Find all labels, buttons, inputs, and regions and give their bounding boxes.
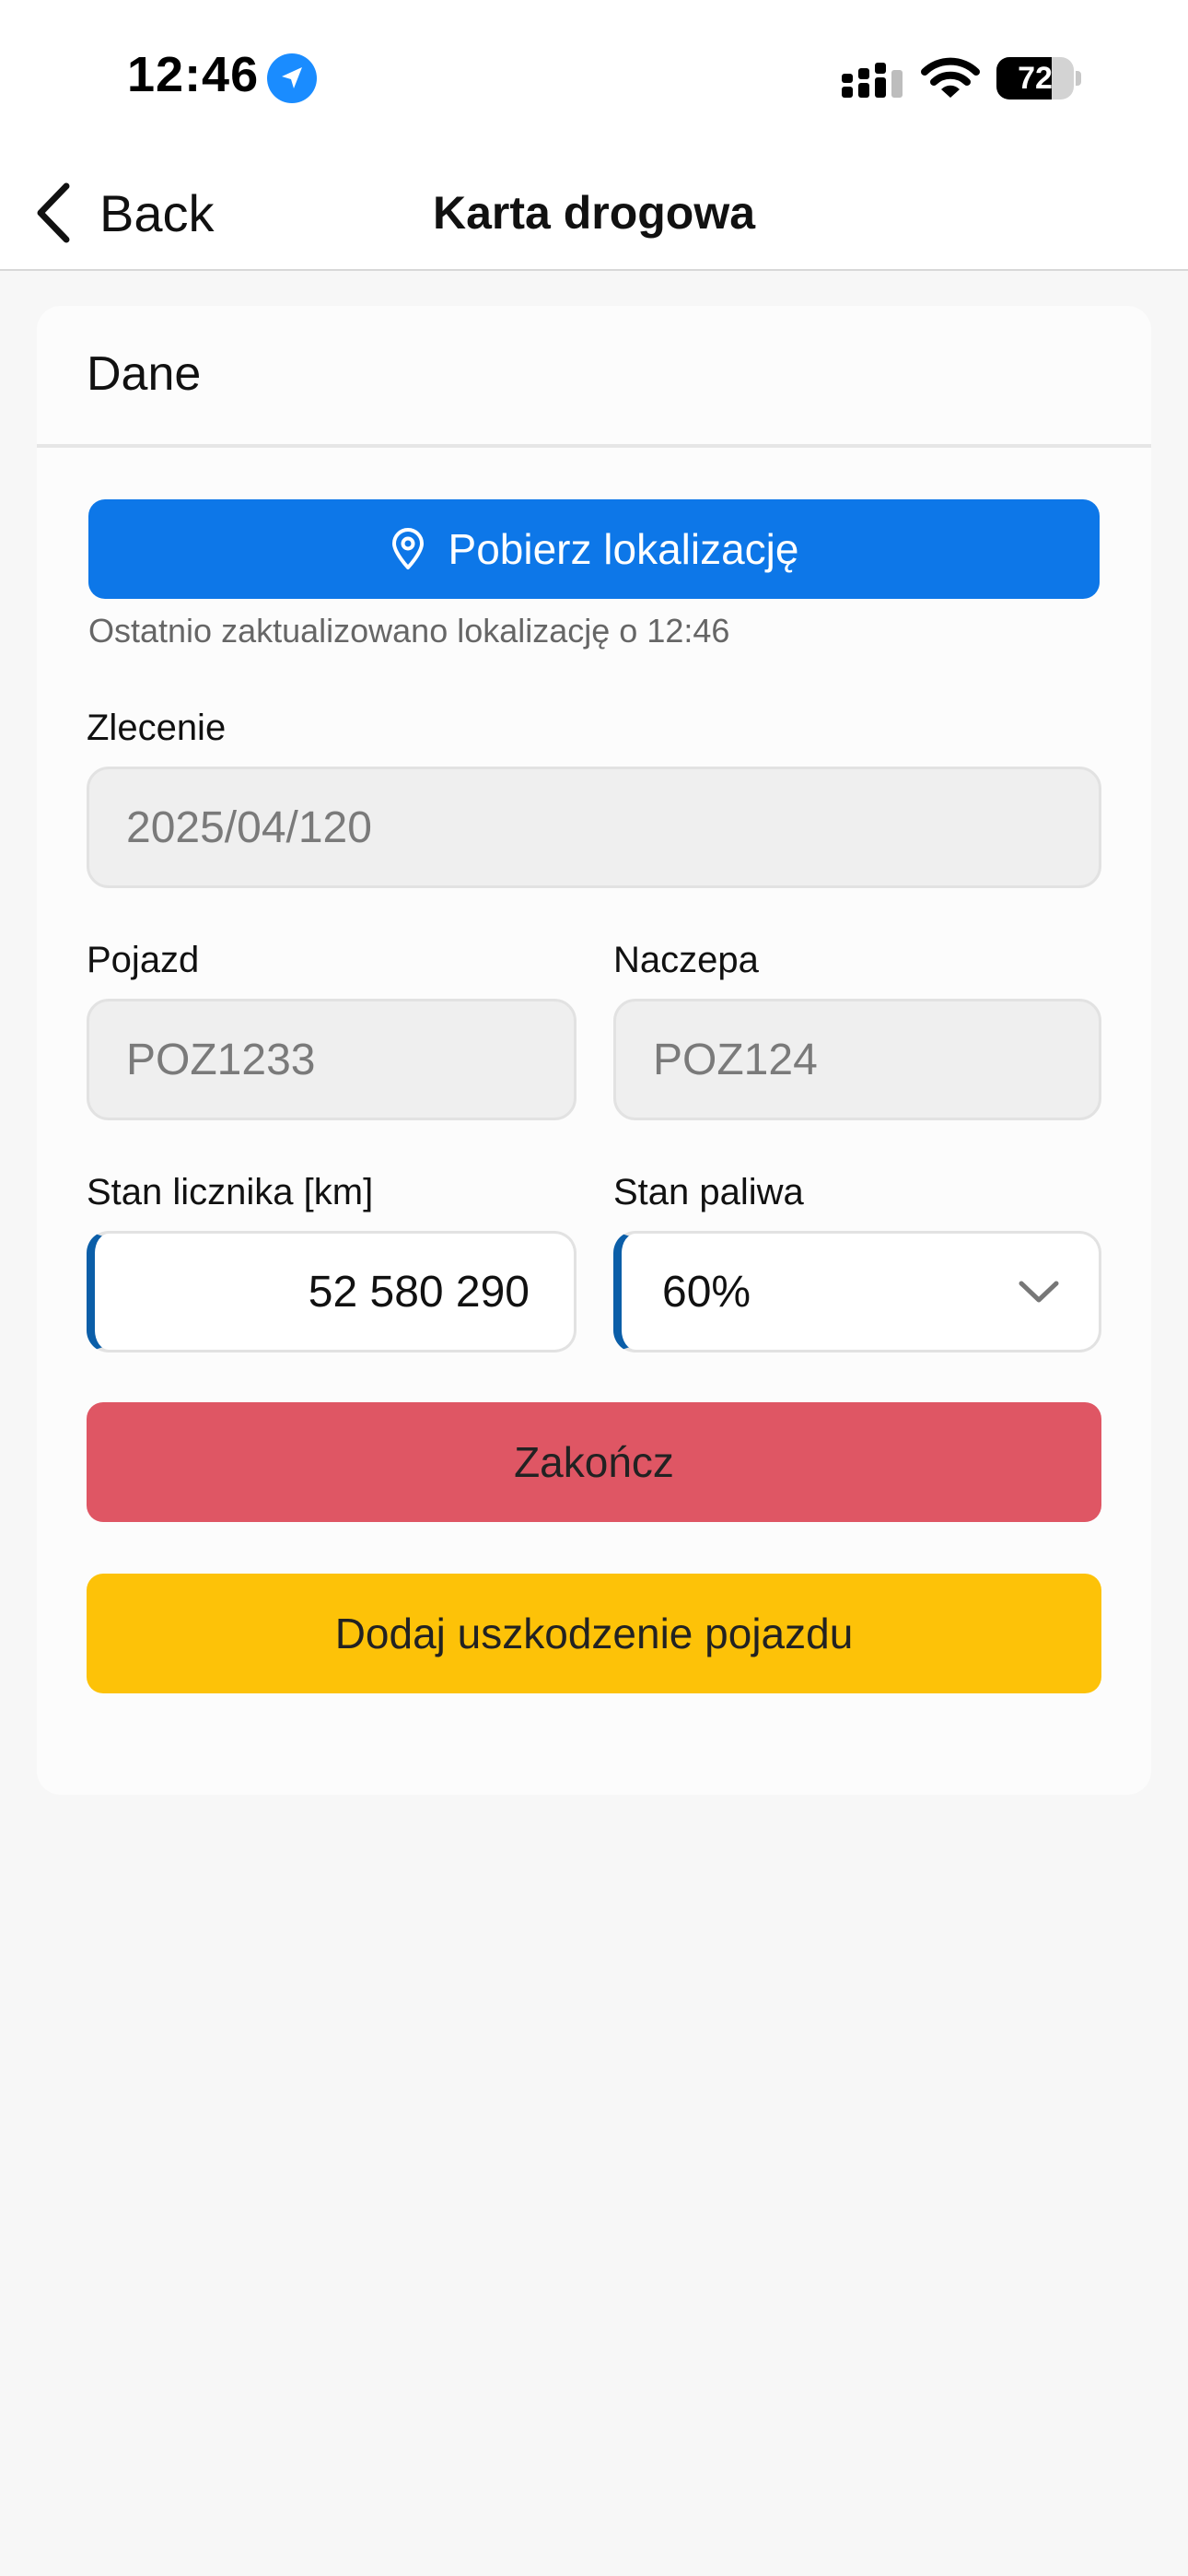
card-title: Dane (87, 347, 202, 401)
card-header: Dane (37, 306, 1151, 448)
wifi-icon (921, 57, 980, 98)
odometer-label: Stan licznika [km] (87, 1172, 374, 1212)
odometer-value: 52 580 290 (308, 1267, 530, 1317)
fuel-label: Stan paliwa (613, 1172, 804, 1212)
vehicle-value: POZ1233 (126, 1035, 316, 1084)
battery-level: 72 (1018, 61, 1053, 96)
vehicle-label: Pojazd (87, 940, 200, 980)
fuel-value: 60% (662, 1267, 751, 1317)
add-vehicle-damage-label: Dodaj uszkodzenie pojazdu (334, 1610, 854, 1657)
back-button[interactable]: Back (33, 173, 215, 252)
battery-icon: 72 (996, 57, 1081, 100)
order-value: 2025/04/120 (126, 802, 372, 852)
fuel-select[interactable]: 60% (613, 1231, 1101, 1352)
status-time: 12:46 (127, 47, 260, 102)
trailer-field: POZ124 (613, 999, 1101, 1120)
location-arrow-icon (267, 53, 317, 103)
map-pin-icon (391, 528, 424, 569)
finish-label: Zakończ (514, 1438, 674, 1486)
trailer-label: Naczepa (613, 940, 759, 980)
navigation-bar: Karta drogowa Back (0, 157, 1188, 271)
signal-icon (842, 63, 903, 98)
finish-button[interactable]: Zakończ (87, 1402, 1101, 1522)
odometer-input[interactable]: 52 580 290 (87, 1231, 577, 1352)
get-location-button[interactable]: Pobierz lokalizację (88, 499, 1100, 599)
chevron-left-icon (37, 182, 70, 243)
trailer-value: POZ124 (653, 1035, 818, 1084)
order-field: 2025/04/120 (87, 767, 1101, 888)
status-bar: 12:46 72 (0, 0, 1188, 157)
add-vehicle-damage-button[interactable]: Dodaj uszkodzenie pojazdu (87, 1574, 1101, 1693)
order-label: Zlecenie (87, 708, 227, 748)
data-card: Dane Pobierz lokalizację Ostatnio zaktua… (37, 306, 1151, 1795)
back-label: Back (99, 183, 215, 242)
vehicle-field: POZ1233 (87, 999, 577, 1120)
chevron-down-icon (1019, 1281, 1059, 1303)
get-location-label: Pobierz lokalizację (448, 525, 799, 573)
location-updated-note: Ostatnio zaktualizowano lokalizację o 12… (88, 612, 730, 650)
